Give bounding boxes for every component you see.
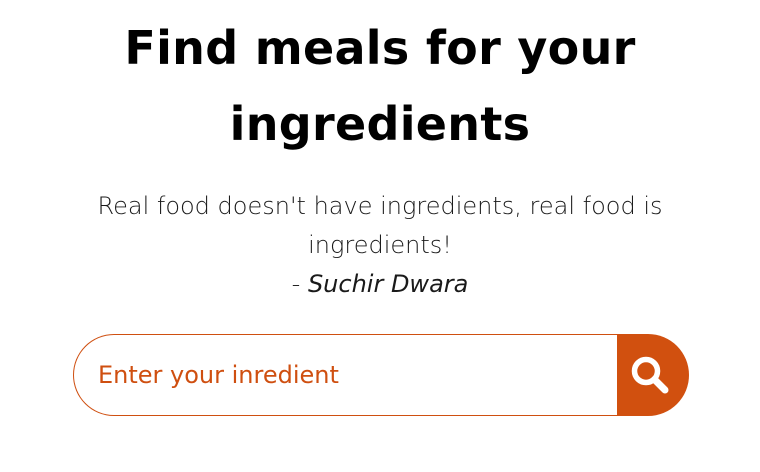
search-icon bbox=[631, 356, 669, 394]
author-prefix: - bbox=[291, 270, 308, 298]
quote-text: Real food doesn't have ingredients, real… bbox=[97, 192, 663, 259]
ingredient-search-input[interactable] bbox=[73, 334, 617, 416]
search-button[interactable] bbox=[617, 334, 689, 416]
ingredient-search-bar bbox=[73, 334, 689, 416]
hero-section: Find meals for your ingredients Real foo… bbox=[0, 0, 760, 472]
quote-author: - Suchir Dwara bbox=[70, 265, 690, 304]
author-name: Suchir Dwara bbox=[307, 270, 469, 298]
page-title: Find meals for your ingredients bbox=[124, 21, 636, 151]
